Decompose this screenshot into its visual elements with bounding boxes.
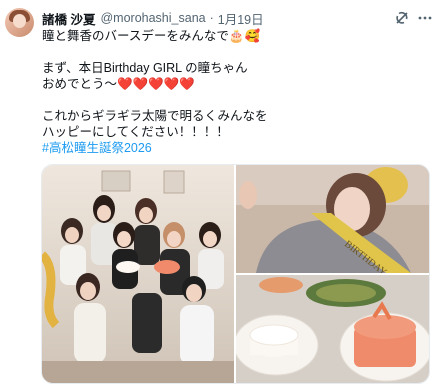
post-header: 諸橋 沙夏 @morohashi_sana · 1月19日 bbox=[42, 9, 264, 28]
group-photo[interactable] bbox=[42, 165, 234, 383]
avatar[interactable] bbox=[5, 8, 34, 37]
hashtag-link[interactable]: #高松瞳生誕祭2026 bbox=[42, 140, 152, 156]
post-text-line-1: 瞳と舞香のバースデーをみんなで🎂🥰 bbox=[42, 29, 261, 43]
post-text-line-3: まず、本日Birthday GIRL の瞳ちゃん bbox=[42, 61, 248, 75]
media-grid: BIRTHDAY bbox=[41, 164, 430, 384]
post-text-line-4: おめでとう〜❤️❤️❤️❤️❤️ bbox=[42, 77, 195, 91]
author-handle[interactable]: @morohashi_sana bbox=[100, 11, 205, 25]
grok-icon[interactable] bbox=[394, 10, 410, 26]
post-text-line-6: これからギラギラ太陽で明るくみんなを bbox=[42, 109, 268, 123]
avatar-face bbox=[13, 14, 26, 28]
post-text-line-7: ハッピーにしてください！！！！ bbox=[42, 125, 229, 139]
sash-photo[interactable]: BIRTHDAY bbox=[236, 165, 429, 273]
author-name[interactable]: 諸橋 沙夏 bbox=[42, 9, 95, 28]
separator-dot: · bbox=[209, 11, 214, 25]
post-date[interactable]: 1月19日 bbox=[218, 9, 264, 28]
cake-photo[interactable] bbox=[236, 275, 429, 383]
more-icon[interactable] bbox=[417, 10, 433, 26]
